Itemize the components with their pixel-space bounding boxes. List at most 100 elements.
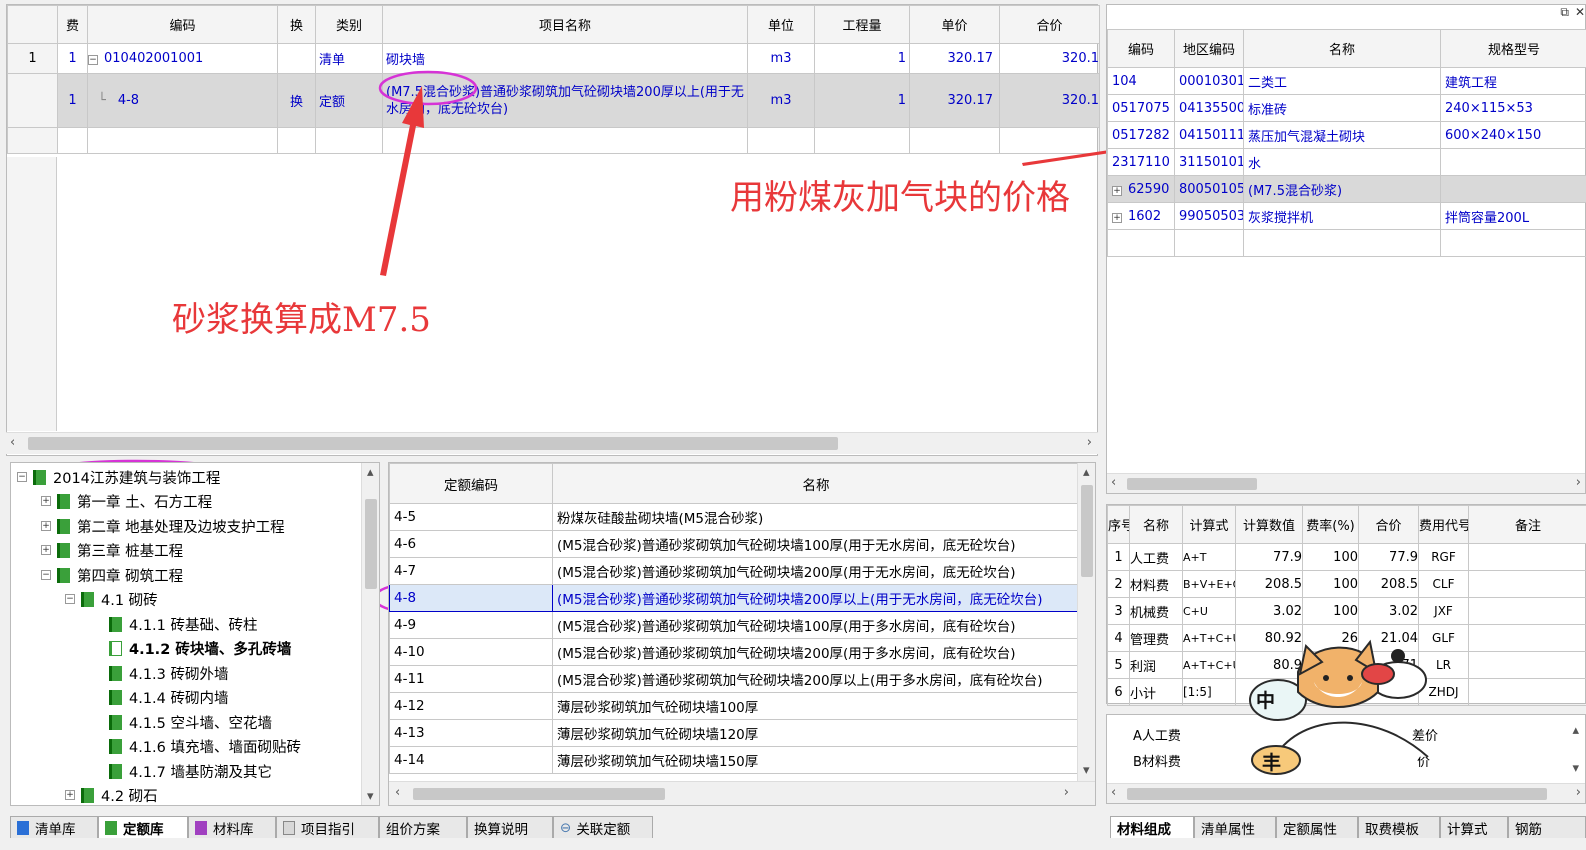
quota-tree-panel: −2014江苏建筑与装饰工程 + 第一章 土、石方工程 + 第二章 地基处理及边坡支… — [10, 462, 380, 806]
table-row[interactable]: 1 人工费 A+T 77.9 100 77.9 RGF — [1107, 543, 1586, 571]
restore-icon[interactable]: ⧉ — [1560, 5, 1569, 19]
tree-item[interactable]: 4.1.5 空斗墙、空花墙 — [109, 710, 272, 735]
scroll-up-icon[interactable]: ▴ — [367, 465, 374, 481]
table-row[interactable]: 2317110 31150101 水 — [1107, 148, 1586, 176]
list-item[interactable]: A人工费 — [1133, 725, 1181, 744]
book-icon — [109, 665, 122, 681]
col-code[interactable]: 编码 — [1107, 29, 1175, 68]
tab-material-composition[interactable]: 材料组成 — [1110, 816, 1194, 838]
detail-tabbar: 材料组成 清单属性 定额属性 取费模板 计算式 钢筋 — [1110, 816, 1586, 840]
scroll-left-icon[interactable]: ‹ — [395, 785, 400, 801]
tab-conversion-notes[interactable]: 换算说明 — [467, 816, 553, 838]
list-item[interactable]: B材料费 — [1133, 751, 1181, 770]
quota-grid: 定额编码 名称 4-5 粉煤灰硅酸盐砌块墙(M5混合砂浆) 4-6 (M5混合砂浆)… — [389, 463, 1080, 774]
scroll-left-icon[interactable]: ‹ — [1111, 785, 1116, 801]
expand-icon[interactable]: + — [41, 496, 51, 507]
expand-icon[interactable]: + — [41, 545, 51, 556]
mascot-badge-right: 丰 — [1262, 752, 1282, 774]
scroll-thumb[interactable] — [1081, 485, 1093, 577]
scroll-down-icon[interactable]: ▾ — [1083, 763, 1090, 779]
collapse-icon[interactable]: − — [41, 570, 51, 581]
tab-material-library[interactable]: 材料库 — [188, 816, 276, 838]
tab-fee-template[interactable]: 取费模板 — [1358, 816, 1440, 838]
scroll-thumb[interactable] — [413, 788, 665, 800]
table-row[interactable]: 0517282 04150111 蒸压加气混凝土砌块 600×240×150 — [1107, 121, 1586, 149]
collapse-icon[interactable]: − — [17, 472, 27, 483]
tree-item[interactable]: + 第一章 土、石方工程 — [41, 489, 212, 514]
table-row[interactable]: 4-6 (M5混合砂浆)普通砂浆砌筑加气砼砌块墙100厚(用于无水房间，底无砼坎台… — [389, 530, 1080, 558]
close-icon[interactable]: ✕ — [1575, 5, 1585, 19]
tree-item-selected[interactable]: 4.1.2 砖块墙、多孔砖墙 — [109, 636, 291, 661]
materials-hscrollbar[interactable]: ‹ › — [1107, 473, 1585, 493]
tab-related-quota[interactable]: ⊖ 关联定额 — [553, 816, 653, 838]
scroll-right-icon[interactable]: › — [1064, 785, 1069, 801]
table-row[interactable]: 3 机械费 C+U 3.02 100 3.02 JXF — [1107, 597, 1586, 625]
table-row[interactable]: 104 00010301 二类工 建筑工程 — [1107, 67, 1586, 95]
col-name[interactable]: 名称 — [1243, 29, 1441, 68]
col-quota-name[interactable]: 名称 — [552, 463, 1080, 504]
tab-pricing-plan[interactable]: 组价方案 — [379, 816, 467, 838]
tree-item[interactable]: 4.1.3 砖砌外墙 — [109, 661, 229, 686]
table-row-selected[interactable]: 4-8 (M5混合砂浆)普通砂浆砌筑加气砼砌块墙200厚以上(用于无水房间，底无砼… — [389, 584, 1080, 612]
table-row[interactable]: 4-14 薄层砂浆砌筑加气砼砌块墙150厚 — [389, 746, 1080, 774]
scroll-down-icon[interactable]: ▾ — [367, 789, 374, 805]
tree-item[interactable]: + 第二章 地基处理及边坡支护工程 — [41, 514, 285, 539]
tab-quota-library[interactable]: 定额库 — [98, 816, 188, 838]
table-row[interactable]: 0517075 04135500 标准砖 240×115×53 — [1107, 94, 1586, 122]
fee-list-hscrollbar[interactable]: ‹ › — [1107, 783, 1585, 803]
expand-icon[interactable]: + — [41, 521, 51, 532]
tree-item[interactable]: 4.1.4 砖砌内墙 — [109, 685, 229, 710]
table-row[interactable]: 4-5 粉煤灰硅酸盐砌块墙(M5混合砂浆) — [389, 503, 1080, 531]
table-row[interactable]: 2材料费B+V+E+Q-208.5100208.5CLF — [1107, 570, 1586, 598]
scroll-up-icon[interactable]: ▴ — [1572, 723, 1579, 739]
tree-item[interactable]: −4.1 砌砖 — [65, 587, 158, 612]
col-quota-code[interactable]: 定额编码 — [389, 463, 553, 504]
tree-root[interactable]: −2014江苏建筑与装饰工程 — [17, 465, 220, 490]
open-book-icon — [109, 640, 122, 656]
tree-item[interactable]: 4.1.1 砖基础、砖柱 — [109, 612, 258, 637]
collapse-icon[interactable]: − — [65, 594, 75, 605]
book-icon — [109, 763, 122, 779]
book-icon — [57, 567, 70, 583]
table-row[interactable]: 4-12 薄层砂浆砌筑加气砼砌块墙100厚 — [389, 692, 1080, 720]
scroll-thumb[interactable] — [365, 499, 377, 589]
table-row[interactable]: 4-13 薄层砂浆砌筑加气砼砌块墙120厚 — [389, 719, 1080, 747]
tab-rebar[interactable]: 钢筋 — [1508, 816, 1586, 838]
table-row[interactable]: 4-9 (M5混合砂浆)普通砂浆砌筑加气砼砌块墙100厚(用于多水房间，底有砼坎台… — [389, 611, 1080, 639]
tab-project-guide[interactable]: 项目指引 — [276, 816, 379, 838]
col-region-code[interactable]: 地区编码 — [1174, 29, 1244, 68]
tree-item[interactable]: + 第三章 桩基工程 — [41, 538, 183, 563]
tab-bill-properties[interactable]: 清单属性 — [1194, 816, 1276, 838]
scroll-up-icon[interactable]: ▴ — [1083, 465, 1090, 481]
scroll-thumb[interactable] — [1127, 788, 1547, 800]
annotation-mortar: 砂浆换算成M7.5 — [172, 300, 431, 340]
scroll-right-icon[interactable]: › — [1576, 785, 1581, 801]
table-row[interactable]: 4-10 (M5混合砂浆)普通砂浆砌筑加气砼砌块墙200厚(用于多水房间，底有砼坎… — [389, 638, 1080, 666]
book-icon — [105, 820, 117, 835]
scroll-right-icon[interactable]: › — [1576, 475, 1581, 491]
tab-formula[interactable]: 计算式 — [1440, 816, 1508, 838]
scroll-left-icon[interactable]: ‹ — [1111, 475, 1116, 491]
book-icon — [57, 493, 70, 509]
expand-icon[interactable]: + — [65, 790, 75, 801]
table-row[interactable]: 4-11 (M5混合砂浆)普通砂浆砌筑加气砼砌块墙200厚以上(用于多水房间，底有… — [389, 665, 1080, 693]
tree-vscrollbar[interactable]: ▴ ▾ — [361, 463, 379, 805]
tab-bill-library[interactable]: 清单库 — [10, 816, 98, 838]
col-spec[interactable]: 规格型号 — [1440, 29, 1586, 68]
quota-vscrollbar[interactable]: ▴ ▾ — [1077, 463, 1095, 781]
tree-item[interactable]: +4.2 砌石 — [65, 783, 158, 805]
tab-quota-properties[interactable]: 定额属性 — [1276, 816, 1358, 838]
quota-hscrollbar[interactable]: ‹ › — [389, 781, 1095, 805]
annotation-flyash: 用粉煤灰加气块的价格 — [730, 178, 1070, 218]
expand-icon[interactable]: + — [1112, 185, 1122, 196]
table-row[interactable]: 4-7 (M5混合砂浆)普通砂浆砌筑加气砼砌块墙200厚(用于无水房间，底无砼坎台… — [389, 557, 1080, 585]
panel-controls: ⧉ ✕ — [1560, 5, 1585, 25]
tree-item[interactable]: − 第四章 砌筑工程 — [41, 563, 183, 588]
table-row[interactable]: +1602 99050503 灰浆搅拌机 拌筒容量200L — [1107, 202, 1586, 230]
scroll-thumb[interactable] — [1127, 478, 1257, 490]
scroll-down-icon[interactable]: ▾ — [1572, 761, 1579, 777]
tree-item[interactable]: 4.1.7 墙基防潮及其它 — [109, 759, 272, 784]
expand-icon[interactable]: + — [1112, 212, 1122, 223]
table-row[interactable]: +62590 80050105 (M7.5混合砂浆) — [1107, 175, 1586, 203]
tree-item[interactable]: 4.1.6 填充墙、墙面砌贴砖 — [109, 734, 301, 759]
